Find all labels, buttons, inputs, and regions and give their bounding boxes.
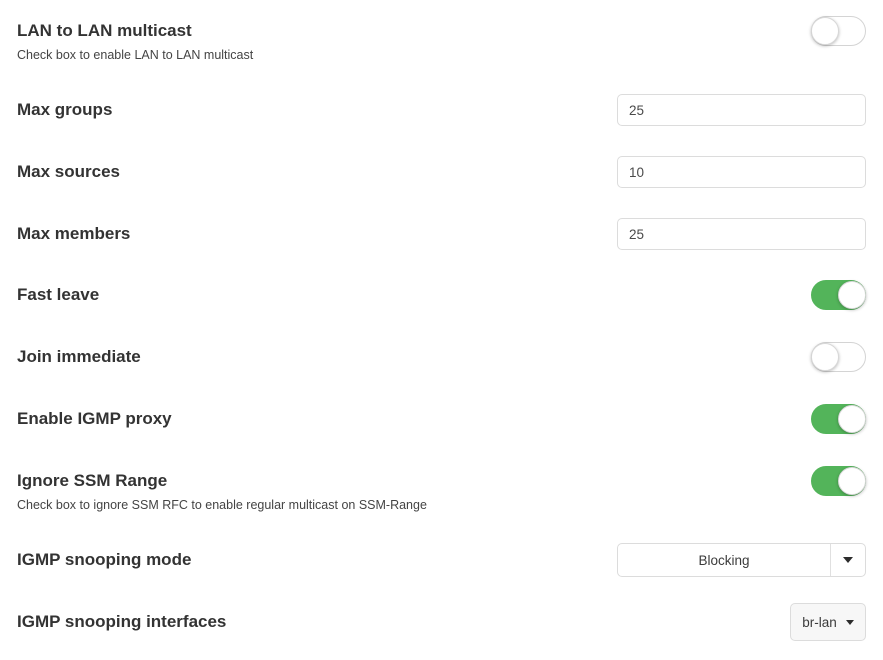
toggle-knob	[811, 343, 839, 371]
setting-label-group: IGMP snooping mode	[17, 549, 191, 571]
setting-control	[811, 470, 866, 496]
setting-row: IGMP snooping interfaces br-lan	[0, 611, 883, 641]
setting-label: Max sources	[17, 161, 120, 183]
setting-label: Max members	[17, 223, 130, 245]
setting-label-group: Ignore SSM Range Check box to ignore SSM …	[17, 470, 427, 514]
setting-label: Enable IGMP proxy	[17, 408, 172, 430]
select-value: Blocking	[618, 544, 830, 576]
toggle-switch[interactable]	[811, 466, 866, 496]
setting-row: Max members	[0, 223, 883, 250]
setting-control: br-lan	[790, 611, 866, 641]
toggle-knob	[838, 405, 866, 433]
chevron-down-icon[interactable]	[830, 544, 865, 576]
multicast-settings-form: LAN to LAN multicast Check box to enable …	[0, 0, 883, 660]
setting-label: Max groups	[17, 99, 112, 121]
setting-label-group: Max sources	[17, 161, 120, 183]
setting-row: Join immediate	[0, 346, 883, 372]
setting-description: Check box to ignore SSM RFC to enable re…	[17, 497, 427, 514]
setting-description: Check box to enable LAN to LAN multicast	[17, 47, 253, 64]
caret-glyph	[843, 557, 853, 563]
setting-label: Fast leave	[17, 284, 99, 306]
toggle-switch[interactable]	[811, 280, 866, 310]
setting-row: Fast leave	[0, 284, 883, 310]
setting-label-group: IGMP snooping interfaces	[17, 611, 226, 633]
setting-label-group: Max members	[17, 223, 130, 245]
snooping-interfaces-select[interactable]: br-lan	[790, 603, 866, 641]
toggle-switch[interactable]	[811, 342, 866, 372]
setting-row: Max sources	[0, 161, 883, 188]
setting-control	[617, 161, 866, 188]
toggle-knob	[838, 467, 866, 495]
setting-row: Max groups	[0, 99, 883, 126]
setting-label: IGMP snooping mode	[17, 549, 191, 571]
setting-control	[811, 408, 866, 434]
setting-label: Ignore SSM Range	[17, 470, 427, 492]
setting-label: IGMP snooping interfaces	[17, 611, 226, 633]
setting-label-group: Join immediate	[17, 346, 141, 368]
number-input[interactable]	[617, 156, 866, 188]
setting-label-group: LAN to LAN multicast Check box to enable …	[17, 20, 253, 64]
number-input[interactable]	[617, 218, 866, 250]
setting-label-group: Max groups	[17, 99, 112, 121]
setting-control: Blocking	[617, 549, 866, 577]
setting-row: Enable IGMP proxy	[0, 408, 883, 434]
setting-control	[617, 223, 866, 250]
snooping-mode-select[interactable]: Blocking	[617, 543, 866, 577]
setting-label: LAN to LAN multicast	[17, 20, 253, 42]
chevron-down-icon[interactable]	[846, 620, 854, 625]
setting-row: IGMP snooping mode Blocking	[0, 549, 883, 577]
setting-row: Ignore SSM Range Check box to ignore SSM …	[0, 470, 883, 514]
toggle-knob	[838, 281, 866, 309]
setting-control	[811, 346, 866, 372]
setting-control	[811, 284, 866, 310]
setting-label: Join immediate	[17, 346, 141, 368]
toggle-switch[interactable]	[811, 16, 866, 46]
setting-control	[811, 20, 866, 46]
toggle-knob	[811, 17, 839, 45]
number-input[interactable]	[617, 94, 866, 126]
setting-control	[617, 99, 866, 126]
toggle-switch[interactable]	[811, 404, 866, 434]
setting-label-group: Enable IGMP proxy	[17, 408, 172, 430]
setting-row: LAN to LAN multicast Check box to enable …	[0, 20, 883, 64]
setting-label-group: Fast leave	[17, 284, 99, 306]
select-value: br-lan	[802, 615, 837, 630]
